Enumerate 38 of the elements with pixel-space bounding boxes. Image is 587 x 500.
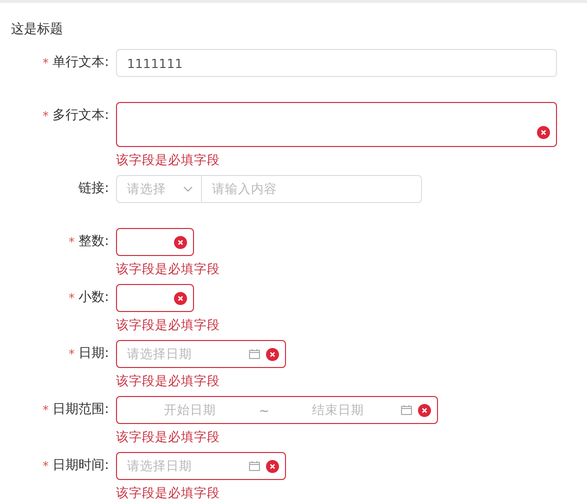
- clear-icon[interactable]: [266, 460, 279, 472]
- required-mark: *: [42, 55, 49, 71]
- error-message: 该字段是必填字段: [116, 484, 220, 500]
- calendar-icon: [249, 461, 260, 471]
- textarea-field[interactable]: [116, 102, 557, 147]
- error-message: 该字段是必填字段: [116, 260, 220, 278]
- field-label: 链接:: [78, 181, 109, 197]
- calendar-icon: [401, 405, 412, 415]
- required-mark: *: [68, 234, 75, 250]
- clear-icon[interactable]: [266, 348, 279, 360]
- field-label: 小数:: [78, 290, 109, 306]
- number-field[interactable]: [116, 284, 194, 312]
- required-mark: *: [68, 346, 75, 362]
- clear-icon[interactable]: [174, 236, 187, 248]
- required-mark: *: [42, 108, 49, 124]
- error-message: 该字段是必填字段: [116, 316, 220, 334]
- error-message: 该字段是必填字段: [116, 372, 220, 390]
- clear-icon[interactable]: [537, 126, 550, 139]
- date-field[interactable]: 请选择日期: [116, 340, 286, 368]
- field-label: 多行文本:: [52, 108, 109, 124]
- text-field[interactable]: 1111111: [116, 49, 557, 77]
- clear-icon[interactable]: [418, 404, 432, 416]
- error-message: 该字段是必填字段: [116, 151, 220, 169]
- calendar-icon: [249, 349, 260, 359]
- required-mark: *: [42, 458, 49, 474]
- field-label: 日期范围:: [52, 402, 109, 418]
- date-field[interactable]: 请选择日期: [116, 452, 286, 480]
- required-mark: *: [42, 402, 49, 418]
- number-field[interactable]: [116, 228, 194, 256]
- field-label: 日期时间:: [52, 458, 109, 474]
- field-label: 单行文本:: [52, 55, 109, 71]
- clear-icon[interactable]: [174, 292, 187, 304]
- date-range-field[interactable]: 开始日期 ~ 结束日期: [116, 396, 438, 424]
- error-message: 该字段是必填字段: [116, 428, 220, 446]
- field-label: 整数:: [78, 234, 109, 250]
- form-title: 这是标题: [10, 21, 64, 39]
- required-mark: *: [68, 290, 75, 306]
- field-label: 日期:: [78, 346, 109, 362]
